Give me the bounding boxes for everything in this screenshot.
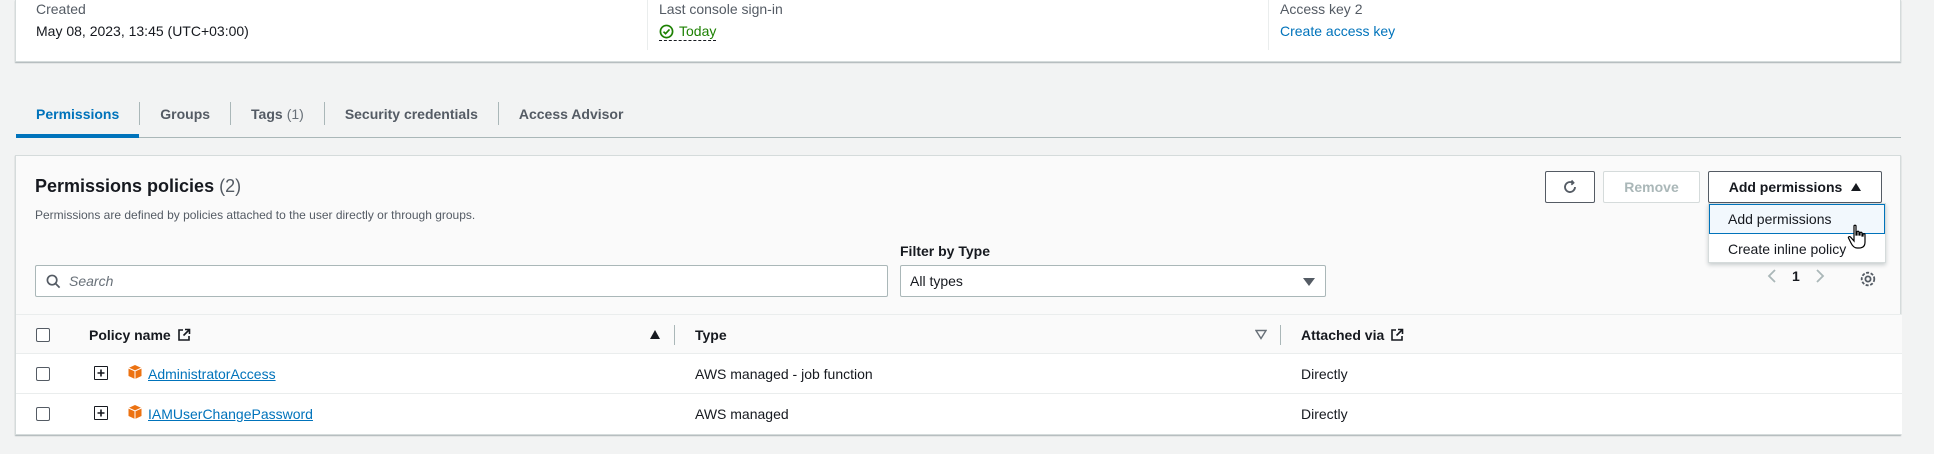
expand-plus-icon[interactable] bbox=[94, 366, 108, 380]
tab-label: Security credentials bbox=[344, 105, 478, 122]
last-signin-label: Last console sign-in bbox=[659, 1, 783, 17]
created-section: Created May 08, 2023, 13:45 (UTC+03:00) bbox=[36, 0, 249, 50]
settings-gear-icon[interactable] bbox=[1859, 270, 1877, 288]
policy-attached-via: Directly bbox=[1301, 366, 1348, 382]
expand-plus-icon[interactable] bbox=[94, 406, 108, 420]
user-summary-card: Created May 08, 2023, 13:45 (UTC+03:00) … bbox=[15, 0, 1901, 62]
column-header-label: Policy name bbox=[89, 327, 171, 343]
search-icon bbox=[46, 274, 61, 288]
table-row[interactable]: AdministratorAccess AWS managed - job fu… bbox=[16, 354, 1902, 394]
user-tabs: Permissions Groups Tags (1) Security cred… bbox=[16, 90, 1901, 138]
filter-type-select[interactable]: All types bbox=[900, 265, 1326, 297]
add-permissions-button[interactable]: Add permissions bbox=[1708, 171, 1882, 203]
pagination: 1 bbox=[1766, 268, 1826, 284]
check-circle-icon bbox=[659, 24, 674, 38]
table-header: Policy name Type Attached via bbox=[16, 314, 1902, 354]
policy-box-icon bbox=[128, 365, 142, 379]
column-divider[interactable] bbox=[674, 325, 675, 345]
policy-attached-via: Directly bbox=[1301, 406, 1348, 422]
row-checkbox[interactable] bbox=[36, 367, 50, 381]
refresh-button[interactable] bbox=[1545, 171, 1595, 203]
policy-type: AWS managed bbox=[695, 406, 789, 422]
access-key-label: Access key 2 bbox=[1280, 1, 1363, 17]
policy-link[interactable]: AdministratorAccess bbox=[148, 366, 276, 382]
policies-title: Permissions policies (2) bbox=[35, 176, 241, 197]
tab-tags[interactable]: Tags (1) bbox=[231, 90, 324, 137]
column-header-label: Type bbox=[695, 327, 727, 343]
policies-table: Policy name Type Attached via Administra… bbox=[16, 314, 1902, 434]
row-checkbox[interactable] bbox=[36, 407, 50, 421]
policies-description: Permissions are defined by policies atta… bbox=[35, 208, 476, 222]
search-input[interactable] bbox=[69, 273, 849, 289]
policy-link[interactable]: IAMUserChangePassword bbox=[148, 406, 313, 422]
column-header-type[interactable]: Type bbox=[695, 327, 727, 343]
tab-access-advisor[interactable]: Access Advisor bbox=[499, 90, 644, 137]
chevron-left-icon[interactable] bbox=[1766, 268, 1778, 284]
tab-security-credentials[interactable]: Security credentials bbox=[325, 90, 498, 137]
tab-count: (1) bbox=[286, 105, 304, 122]
current-page[interactable]: 1 bbox=[1792, 268, 1800, 284]
table-row[interactable]: IAMUserChangePassword AWS managed Direct… bbox=[16, 394, 1902, 434]
policies-count: (2) bbox=[219, 176, 242, 196]
created-value: May 08, 2023, 13:45 (UTC+03:00) bbox=[36, 23, 249, 39]
last-signin-section: Last console sign-in Today bbox=[647, 0, 783, 50]
hand-cursor-icon bbox=[1847, 224, 1866, 249]
permissions-policies-card: Permissions policies (2) Permissions are… bbox=[15, 155, 1902, 435]
chevron-right-icon[interactable] bbox=[1814, 268, 1826, 284]
tab-label: Groups bbox=[160, 105, 211, 122]
column-header-attached-via[interactable]: Attached via bbox=[1301, 327, 1404, 343]
sort-descending-icon[interactable] bbox=[1255, 329, 1267, 340]
policy-type: AWS managed - job function bbox=[695, 366, 873, 382]
tab-label: Access Advisor bbox=[518, 105, 624, 122]
caret-up-icon bbox=[1851, 183, 1862, 191]
access-key-section: Access key 2 Create access key bbox=[1268, 0, 1395, 50]
column-header-label: Attached via bbox=[1301, 327, 1385, 343]
policies-title-text: Permissions policies bbox=[35, 176, 215, 196]
tab-label: Permissions bbox=[36, 105, 120, 122]
last-signin-value: Today bbox=[679, 23, 717, 39]
column-divider[interactable] bbox=[1280, 325, 1281, 345]
refresh-icon bbox=[1564, 179, 1576, 193]
create-access-key-link[interactable]: Create access key bbox=[1280, 23, 1395, 39]
policy-search-field[interactable] bbox=[35, 265, 888, 297]
tab-groups[interactable]: Groups bbox=[140, 90, 230, 137]
tab-permissions[interactable]: Permissions bbox=[16, 90, 140, 138]
tab-label: Tags bbox=[251, 105, 283, 122]
external-link-icon bbox=[1391, 328, 1404, 341]
filter-by-type-label: Filter by Type bbox=[900, 243, 990, 259]
select-all-checkbox[interactable] bbox=[36, 328, 50, 342]
remove-button[interactable]: Remove bbox=[1603, 171, 1700, 203]
external-link-icon bbox=[177, 328, 191, 341]
created-label: Created bbox=[36, 1, 86, 17]
add-permissions-label: Add permissions bbox=[1728, 179, 1843, 195]
caret-down-icon bbox=[1303, 278, 1315, 286]
last-signin-status[interactable]: Today bbox=[659, 23, 717, 41]
filter-type-value: All types bbox=[910, 273, 963, 289]
policy-box-icon bbox=[128, 405, 142, 419]
column-header-policy-name[interactable]: Policy name bbox=[89, 327, 191, 343]
sort-ascending-icon[interactable] bbox=[650, 330, 660, 339]
